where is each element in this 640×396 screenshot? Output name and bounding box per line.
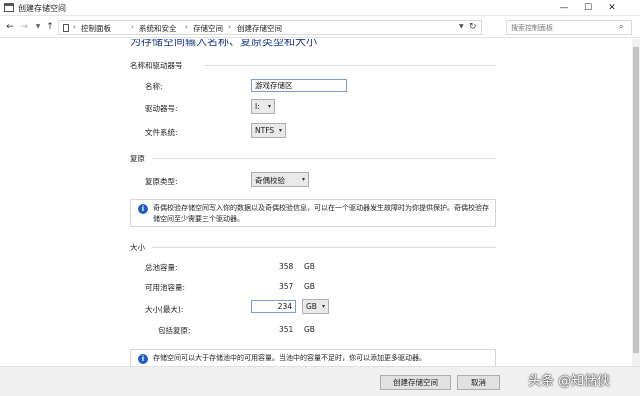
name-label: 名称:	[145, 82, 163, 91]
search-input[interactable]	[511, 23, 611, 33]
file-system-value: NTFS	[255, 126, 275, 135]
including-resiliency-unit: GB	[304, 325, 315, 334]
total-capacity-unit: GB	[304, 262, 315, 271]
including-resiliency-label: 包括复原:	[158, 326, 191, 335]
resiliency-info-box: i 奇偶校验存储空间写入你的数据以及奇偶校验信息，可以在一个驱动器发生故障时为你…	[130, 199, 496, 227]
resiliency-type-label: 复原类型:	[145, 177, 178, 186]
section-size-label: 大小	[130, 243, 145, 252]
total-capacity-value: 358	[279, 262, 294, 271]
including-resiliency-value: 351	[279, 325, 294, 334]
max-size-field[interactable]	[251, 300, 296, 313]
section-divider	[152, 247, 496, 248]
size-info-box: i 存储空间可以大于存储池中的可用容量。当池中的容量不足时，你可以添加更多驱动器…	[130, 349, 496, 366]
page-heading: 为存储空间输入名称、复原类型和大小	[130, 39, 317, 48]
section-resiliency-label: 复原	[130, 154, 145, 163]
create-storage-space-button[interactable]: 创建存储空间	[380, 375, 451, 390]
drive-letter-select[interactable]: I: ▾	[251, 99, 275, 114]
window-title: 创建存储空间	[18, 4, 66, 13]
section-divider	[152, 158, 496, 159]
resiliency-type-select[interactable]: 奇偶校验 ▾	[251, 172, 309, 187]
size-unit-value: GB	[306, 302, 317, 311]
info-icon: i	[138, 204, 148, 214]
search-box[interactable]: ⌕	[506, 20, 632, 35]
max-size-label: 大小(最大):	[145, 305, 184, 314]
up-arrow-icon[interactable]: ↑	[44, 21, 56, 33]
resiliency-info-text: 奇偶校验存储空间写入你的数据以及奇偶校验信息，可以在一个驱动器发生故障时为你提供…	[153, 204, 489, 223]
breadcrumb-separator-icon: ›	[131, 23, 134, 31]
total-capacity-label: 总池容量:	[145, 263, 178, 272]
main-content: 为存储空间输入名称、复原类型和大小 名称和驱动器号 名称: 驱动器号: I: ▾…	[0, 39, 632, 366]
back-arrow-icon[interactable]: ←	[4, 21, 16, 33]
breadcrumb-create-space[interactable]: 创建存储空间	[237, 23, 282, 34]
control-panel-icon	[63, 24, 69, 32]
drive-letter-value: I:	[255, 102, 260, 111]
breadcrumb-control-panel[interactable]: 控制面板	[81, 23, 111, 34]
maximize-button[interactable]: ☐	[576, 0, 600, 16]
refresh-icon[interactable]: ↻	[469, 22, 477, 32]
size-unit-select[interactable]: GB ▾	[302, 299, 329, 314]
available-capacity-label: 可用池容量:	[145, 283, 186, 292]
footer-bar: 创建存储空间 取消 头条 @知储侠	[0, 366, 640, 396]
vertical-scrollbar[interactable]	[632, 39, 640, 366]
resiliency-type-value: 奇偶校验	[255, 176, 285, 185]
info-icon: i	[138, 354, 148, 364]
watermark-text: 头条 @知储侠	[528, 374, 611, 389]
search-icon[interactable]: ⌕	[619, 22, 623, 32]
minimize-button[interactable]: —	[552, 0, 576, 16]
breadcrumb-separator-icon: ›	[73, 23, 76, 31]
storage-spaces-icon	[4, 3, 14, 12]
available-capacity-unit: GB	[304, 282, 315, 291]
breadcrumb[interactable]: › 控制面板 › 系统和安全 › 存储空间 › 创建存储空间 ▼ ↻	[58, 20, 482, 35]
chevron-down-icon: ▾	[301, 176, 305, 183]
scrollbar-thumb[interactable]	[633, 47, 639, 353]
forward-arrow-icon[interactable]: →	[18, 21, 30, 33]
breadcrumb-separator-icon: ›	[228, 23, 231, 31]
size-info-text: 存储空间可以大于存储池中的可用容量。当池中的容量不足时，你可以添加更多驱动器。	[153, 354, 426, 362]
breadcrumb-separator-icon: ›	[185, 23, 188, 31]
cancel-button[interactable]: 取消	[457, 375, 500, 390]
chevron-down-icon: ▾	[278, 127, 282, 134]
address-dropdown-icon[interactable]: ▼	[459, 23, 464, 30]
file-system-select[interactable]: NTFS ▾	[251, 123, 286, 138]
title-bar: 创建存储空间 — ☐ ✕	[0, 0, 640, 16]
breadcrumb-storage-spaces[interactable]: 存储空间	[193, 23, 223, 34]
file-system-label: 文件系统:	[145, 128, 178, 137]
section-name-drive-label: 名称和驱动器号	[130, 61, 183, 70]
section-divider	[204, 65, 496, 66]
name-field[interactable]	[251, 79, 347, 92]
chevron-down-icon: ▾	[321, 303, 325, 310]
chevron-down-icon: ▾	[267, 103, 271, 110]
drive-letter-label: 驱动器号:	[145, 104, 178, 113]
recent-locations-chevron-icon[interactable]: ▼	[32, 21, 44, 33]
breadcrumb-system-security[interactable]: 系统和安全	[139, 23, 177, 34]
close-button[interactable]: ✕	[600, 0, 624, 16]
address-bar: ← → ▼ ↑ › 控制面板 › 系统和安全 › 存储空间 › 创建存储空间 ▼…	[0, 17, 640, 38]
available-capacity-value: 357	[279, 282, 294, 291]
